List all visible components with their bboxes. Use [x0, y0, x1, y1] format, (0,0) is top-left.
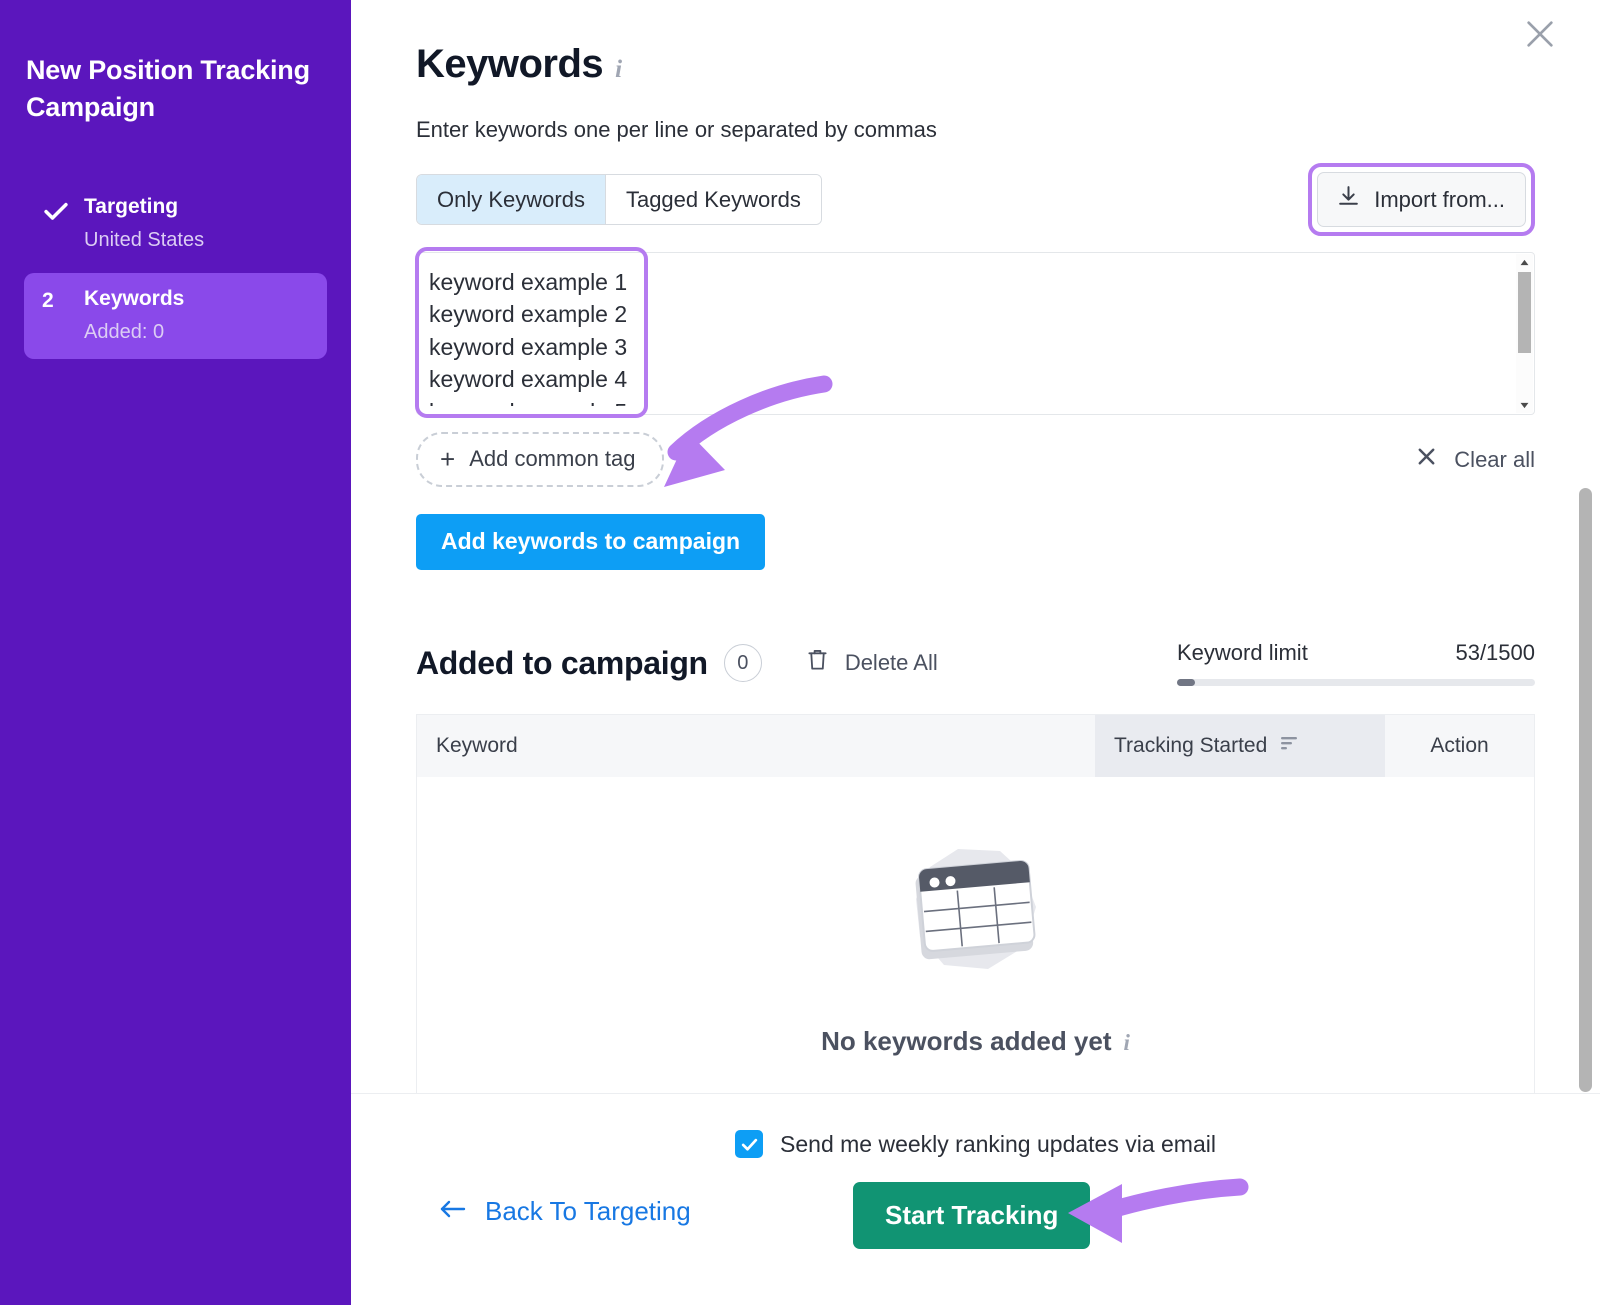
- tab-only-keywords[interactable]: Only Keywords: [417, 174, 606, 225]
- keywords-textarea-wrap: keyword example 1 keyword example 2 keyw…: [415, 247, 1535, 418]
- info-icon[interactable]: i: [615, 56, 622, 84]
- column-header-keyword[interactable]: Keyword: [417, 715, 1095, 777]
- keywords-textarea-placeholder: keyword example 1 keyword example 2 keyw…: [429, 269, 628, 406]
- trash-icon: [806, 648, 829, 679]
- campaign-sidebar: New Position Tracking Campaign Targeting…: [0, 0, 351, 1305]
- weekly-updates-label: Send me weekly ranking updates via email: [780, 1130, 1216, 1157]
- scroll-down-icon[interactable]: [1516, 397, 1533, 413]
- import-from-button[interactable]: Import from...: [1317, 172, 1526, 227]
- close-icon: [1415, 445, 1438, 474]
- keyword-limit-value: 53/1500: [1455, 640, 1535, 665]
- wizard-footer: Send me weekly ranking updates via email…: [351, 1093, 1600, 1305]
- back-to-targeting-button[interactable]: Back To Targeting: [439, 1196, 691, 1227]
- scroll-up-icon[interactable]: [1516, 254, 1533, 270]
- keyword-limit: Keyword limit 53/1500: [1177, 640, 1535, 686]
- page-title: Keywords: [416, 42, 604, 86]
- sidebar-step-targeting[interactable]: Targeting United States: [24, 181, 327, 267]
- tag-and-clear-row: + Add common tag Clear all: [416, 432, 1535, 487]
- plus-icon: +: [440, 444, 456, 474]
- campaign-title: New Position Tracking Campaign: [26, 55, 310, 123]
- page-subtitle: Enter keywords one per line or separated…: [416, 117, 937, 142]
- footer-buttons: Back To Targeting Start Tracking: [351, 1182, 1600, 1266]
- page-title-row: Keywords i: [416, 42, 1600, 87]
- sidebar-step-keywords[interactable]: 2 Keywords Added: 0: [24, 272, 327, 359]
- keyword-mode-tabs: Only Keywords Tagged Keywords: [416, 173, 822, 226]
- added-to-campaign-row: Added to campaign 0 Delete All Keyword l…: [416, 640, 1535, 686]
- weekly-updates-row: Send me weekly ranking updates via email: [351, 1130, 1600, 1158]
- download-icon: [1336, 184, 1361, 215]
- empty-state: No keywords added yet i: [417, 777, 1534, 1139]
- keyword-limit-progress: [1177, 679, 1535, 686]
- sidebar-step-targeting-label: Targeting: [84, 194, 179, 218]
- empty-state-text: No keywords added yet: [821, 1026, 1112, 1056]
- check-icon: [42, 197, 72, 225]
- add-common-tag-button[interactable]: + Add common tag: [416, 432, 664, 487]
- scrollbar-thumb[interactable]: [1518, 272, 1531, 353]
- column-header-action: Action: [1430, 734, 1489, 757]
- sidebar-step-keywords-label: Keywords: [84, 286, 185, 310]
- keyword-limit-progress-fill: [1177, 679, 1195, 686]
- delete-all-label: Delete All: [844, 650, 938, 675]
- main-panel: Keywords i Enter keywords one per line o…: [351, 0, 1600, 1305]
- sidebar-step-targeting-sub: United States: [84, 228, 205, 251]
- import-highlight-box: Import from...: [1308, 163, 1535, 236]
- table-header-row: Keyword Tracking Started Action: [417, 715, 1534, 777]
- info-icon[interactable]: i: [1124, 1030, 1130, 1056]
- added-count-badge: 0: [723, 644, 762, 682]
- back-to-targeting-label: Back To Targeting: [485, 1196, 691, 1226]
- add-common-tag-label: Add common tag: [469, 446, 636, 471]
- keywords-table: Keyword Tracking Started Action No keywo…: [416, 714, 1535, 1140]
- sort-icon: [1279, 733, 1299, 759]
- step-number: 2: [42, 288, 54, 312]
- add-keywords-to-campaign-button[interactable]: Add keywords to campaign: [416, 514, 766, 570]
- delete-all-button[interactable]: Delete All: [806, 648, 938, 679]
- keyword-mode-row: Only Keywords Tagged Keywords Import fro…: [416, 163, 1535, 236]
- weekly-updates-checkbox[interactable]: [735, 1130, 764, 1158]
- column-header-tracking-started-label: Tracking Started: [1114, 734, 1268, 757]
- page-scrollbar[interactable]: [1579, 488, 1592, 1092]
- empty-state-text-row: No keywords added yet i: [821, 1026, 1130, 1057]
- clear-all-button[interactable]: Clear all: [1415, 445, 1535, 474]
- start-tracking-button[interactable]: Start Tracking: [853, 1182, 1091, 1249]
- import-from-label: Import from...: [1374, 186, 1505, 212]
- textarea-scrollbar[interactable]: [1516, 254, 1533, 413]
- tab-tagged-keywords[interactable]: Tagged Keywords: [605, 174, 821, 225]
- clear-all-label: Clear all: [1454, 446, 1535, 472]
- sidebar-step-keywords-sub: Added: 0: [84, 320, 165, 343]
- keyword-limit-label: Keyword limit: [1177, 640, 1308, 665]
- scroll-content: Keywords i Enter keywords one per line o…: [351, 0, 1600, 1140]
- column-header-tracking-started[interactable]: Tracking Started: [1095, 715, 1385, 777]
- arrow-left-icon: [439, 1196, 467, 1227]
- empty-table-illustration: [896, 837, 1056, 982]
- added-to-campaign-title: Added to campaign: [416, 644, 708, 681]
